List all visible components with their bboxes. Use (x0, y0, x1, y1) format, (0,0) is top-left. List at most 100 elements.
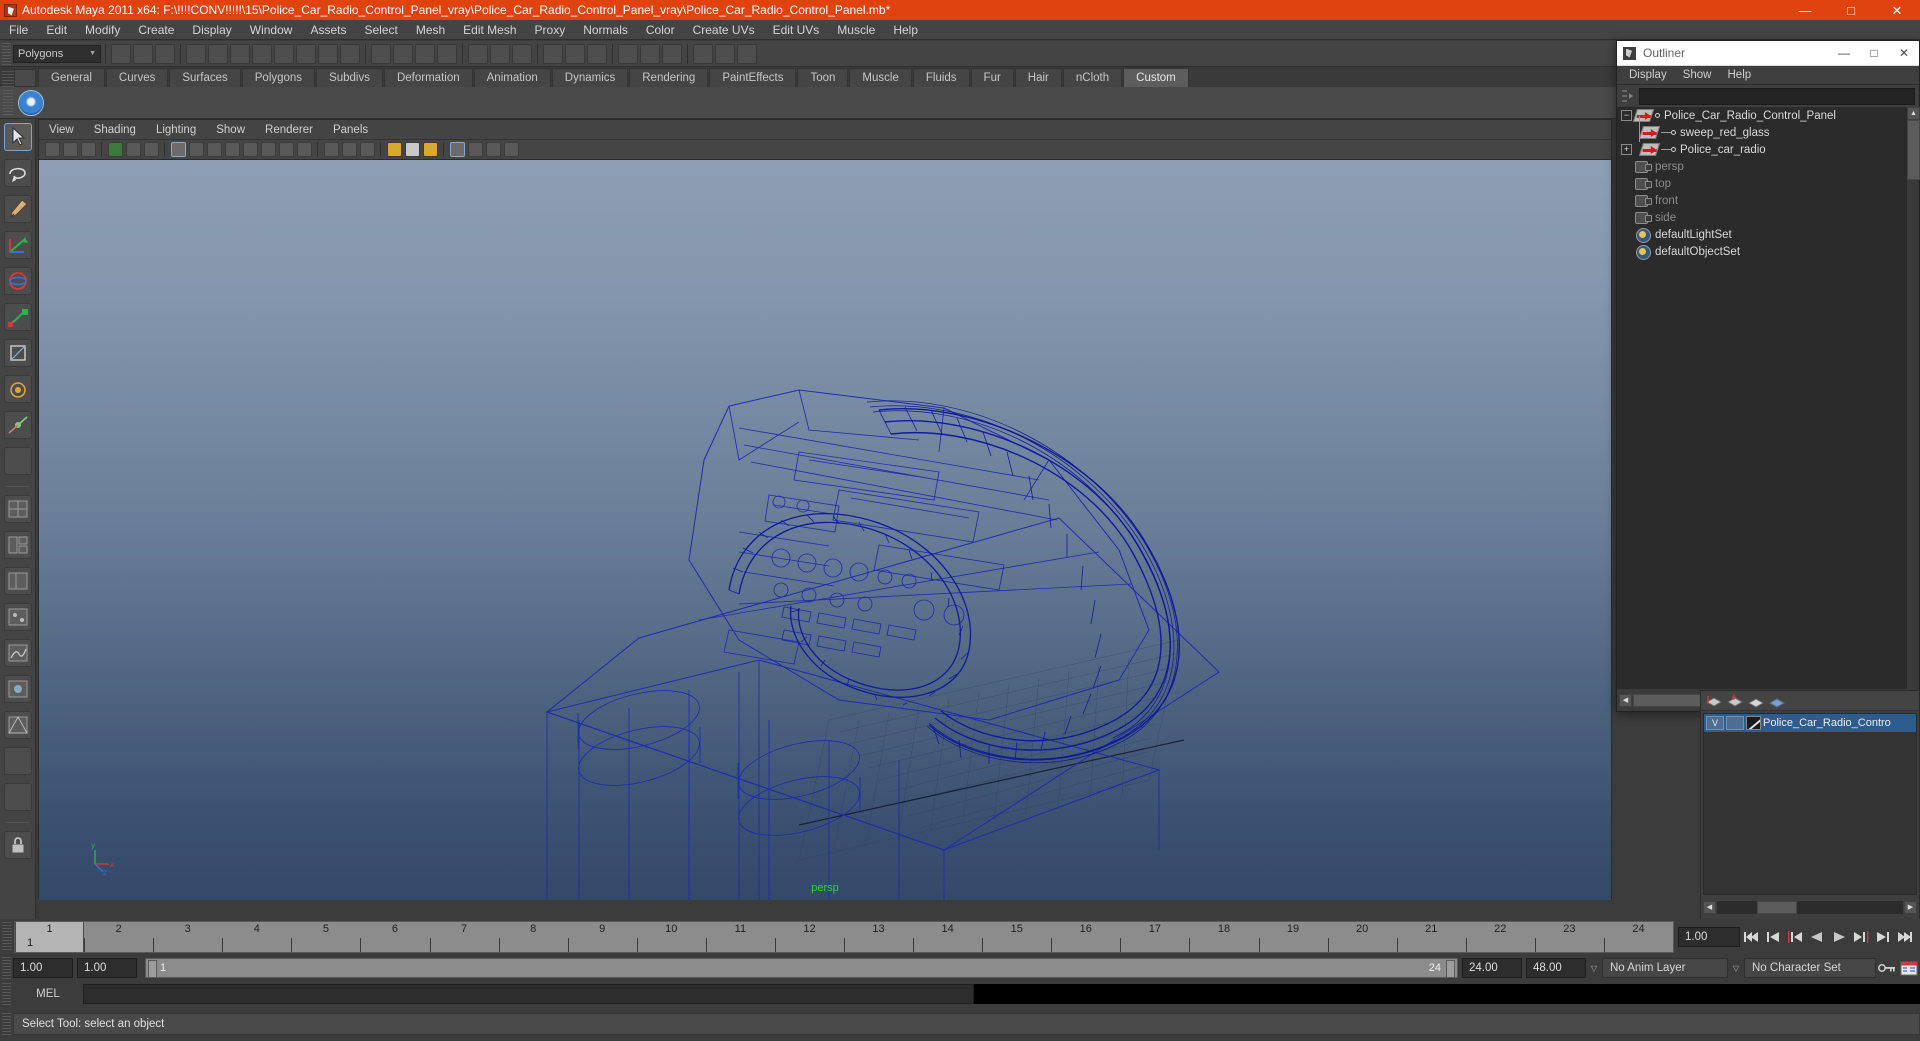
select-by-object-dynamic-icon[interactable] (296, 43, 316, 64)
range-start-handle[interactable] (148, 960, 157, 978)
undo-icon[interactable] (543, 43, 563, 64)
select-by-object-misc-icon[interactable] (340, 43, 360, 64)
go-to-start-button[interactable] (1740, 927, 1762, 947)
rotate-tool-icon[interactable] (3, 267, 32, 295)
shelf-tab-custom[interactable]: Custom (1123, 68, 1189, 87)
anim-end-time-field[interactable]: 48.00 (1526, 958, 1586, 978)
time-slider-track[interactable]: 1 1 2 3 4 5 6 7 8 9 10 11 12 13 14 15 16 17 18 19 20 21 22 23 2… (14, 921, 1674, 953)
save-file-icon[interactable] (490, 43, 510, 64)
select-by-object-handle-icon[interactable] (186, 43, 206, 64)
shading-bounding-box-icon[interactable] (224, 142, 240, 157)
viewport-menu-lighting[interactable]: Lighting (146, 124, 206, 136)
snap-to-grid-icon[interactable] (371, 43, 391, 64)
outliner-item[interactable]: front (1617, 192, 1919, 209)
select-by-hierarchy-template-icon[interactable] (155, 43, 175, 64)
layer-row[interactable]: V Police_Car_Radio_Contro (1704, 714, 1916, 732)
exposure-control-icon[interactable] (449, 142, 465, 157)
open-file-icon[interactable] (468, 43, 488, 64)
character-set-chevron-icon[interactable]: ▽ (1728, 958, 1744, 978)
smooth-wireframe-icon[interactable] (359, 142, 375, 157)
layer-playback-toggle[interactable] (1726, 716, 1744, 730)
anim-start-time-field[interactable]: 1.00 (13, 958, 73, 978)
grid-toggle-icon[interactable] (107, 142, 123, 157)
shading-textured-icon[interactable] (260, 142, 276, 157)
3d-viewport[interactable]: x y z persp (39, 160, 1611, 900)
outliner-menu-display[interactable]: Display (1621, 69, 1675, 81)
menu-item-color[interactable]: Color (637, 20, 684, 40)
menu-item-file[interactable]: File (0, 20, 37, 40)
shadows-icon[interactable] (296, 142, 312, 157)
universal-manipulator-icon[interactable] (3, 339, 32, 367)
layout-persp-outliner-icon[interactable] (3, 567, 32, 595)
menu-item-modify[interactable]: Modify (76, 20, 129, 40)
select-by-object-surface-icon[interactable] (252, 43, 272, 64)
shading-flat-icon[interactable] (206, 142, 222, 157)
show-hide-tool-settings-icon[interactable] (715, 43, 735, 64)
shelf-tab-polygons[interactable]: Polygons (241, 68, 316, 87)
layout-uv-editor-icon[interactable] (3, 711, 32, 739)
shelf-tab-fluids[interactable]: Fluids (912, 68, 970, 87)
anim-layer-chevron-icon[interactable]: ▽ (1586, 958, 1602, 978)
command-line-grip[interactable] (2, 983, 11, 1005)
select-tool-icon[interactable] (3, 123, 32, 151)
outliner-item[interactable]: − Police_Car_Radio_Control_Panel (1617, 107, 1919, 124)
menu-item-proxy[interactable]: Proxy (526, 20, 575, 40)
layer-horizontal-scrollbar[interactable]: ◀ ▶ (1703, 897, 1917, 917)
outliner-item[interactable]: sweep_red_glass (1617, 124, 1919, 141)
shelf-tab-painteffects[interactable]: PaintEffects (709, 68, 797, 87)
construction-history-icon[interactable] (587, 43, 607, 64)
menu-item-display[interactable]: Display (183, 20, 240, 40)
view-transform-icon[interactable] (485, 142, 501, 157)
lock-camera-icon[interactable] (3, 831, 32, 859)
layer-color-swatch[interactable] (1746, 716, 1761, 730)
outliner-menu-show[interactable]: Show (1675, 69, 1720, 81)
select-by-object-deform-icon[interactable] (274, 43, 294, 64)
anim-layer-dropdown[interactable]: No Anim Layer (1602, 958, 1728, 978)
scale-tool-icon[interactable] (3, 303, 32, 331)
select-highlight-mode-icon[interactable] (422, 142, 438, 157)
shading-lights-icon[interactable] (278, 142, 294, 157)
viewport-menu-panels[interactable]: Panels (323, 124, 378, 136)
redo-icon[interactable] (565, 43, 585, 64)
step-forward-keyframe-button[interactable] (1872, 927, 1894, 947)
select-by-object-render-icon[interactable] (318, 43, 338, 64)
select-by-hierarchy-leaf-icon[interactable] (133, 43, 153, 64)
outliner-item[interactable]: defaultLightSet (1617, 226, 1919, 243)
help-line-grip[interactable] (2, 1013, 11, 1035)
play-backwards-button[interactable] (1806, 927, 1828, 947)
viewport-menu-show[interactable]: Show (206, 124, 255, 136)
menu-item-help[interactable]: Help (884, 20, 927, 40)
shelf-tab-general[interactable]: General (38, 68, 105, 87)
select-camera-icon[interactable] (44, 142, 60, 157)
outliner-scroll-thumb[interactable] (1907, 120, 1920, 180)
current-time-field[interactable]: 1.00 (1678, 927, 1740, 947)
viewport-menu-shading[interactable]: Shading (84, 124, 146, 136)
render-region-icon[interactable] (503, 142, 519, 157)
outliner-tree[interactable]: − Police_Car_Radio_Control_Panel sweep_red… (1617, 107, 1919, 689)
minimize-button[interactable]: — (1782, 0, 1828, 20)
layout-four-view-icon[interactable] (3, 531, 32, 559)
outliner-item[interactable]: + Police_car_radio (1617, 141, 1919, 158)
expand-icon[interactable]: + (1621, 144, 1632, 155)
shelf-tab-fur[interactable]: Fur (970, 68, 1014, 87)
shading-wireframe-icon[interactable] (170, 142, 186, 157)
outliner-filter-icon[interactable] (1621, 89, 1635, 103)
step-back-frame-button[interactable] (1784, 927, 1806, 947)
outliner-close-button[interactable]: ✕ (1889, 41, 1919, 66)
menu-item-edit[interactable]: Edit (37, 20, 76, 40)
show-hide-channel-box-icon[interactable] (737, 43, 757, 64)
shelf-grip[interactable] (2, 71, 14, 87)
animation-preferences-icon[interactable] (1898, 958, 1920, 978)
snap-to-point-icon[interactable] (415, 43, 435, 64)
maximize-button[interactable]: □ (1828, 0, 1874, 20)
menu-item-edit-mesh[interactable]: Edit Mesh (454, 20, 525, 40)
highlight-selection-icon[interactable] (404, 142, 420, 157)
shelf-tab-rendering[interactable]: Rendering (629, 68, 709, 87)
layer-up-icon[interactable] (1747, 693, 1765, 709)
layer-hscroll-thumb[interactable] (1757, 900, 1797, 914)
range-slider-bar[interactable]: 1 24 (145, 958, 1458, 978)
step-back-keyframe-button[interactable] (1762, 927, 1784, 947)
gamma-control-icon[interactable] (467, 142, 483, 157)
layer-list[interactable]: V Police_Car_Radio_Contro (1703, 713, 1917, 895)
shelf-tab-muscle[interactable]: Muscle (849, 68, 912, 87)
